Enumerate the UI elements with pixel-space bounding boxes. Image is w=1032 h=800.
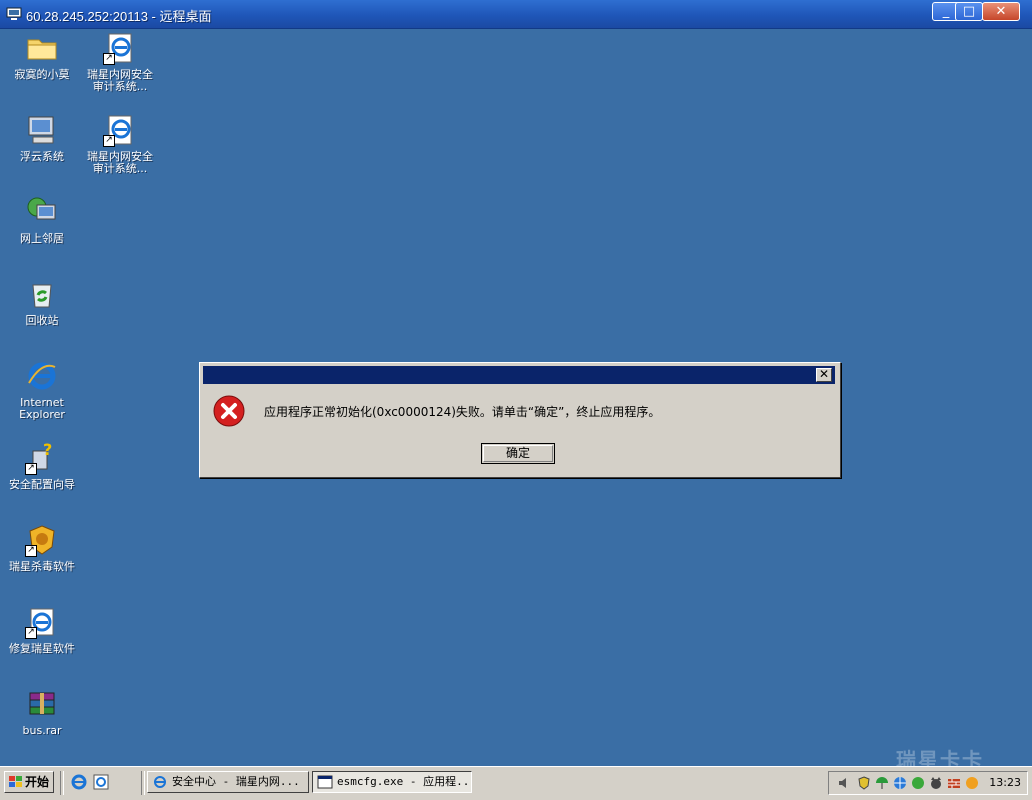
tray-shield-icon[interactable] [857,776,871,790]
icon-label: 回收站 [25,314,59,327]
desktop-icon-rising-antivirus[interactable]: ↗ 瑞星杀毒软件 [3,523,81,573]
windows-flag-icon [9,776,22,787]
tray-firewall-icon[interactable] [947,776,961,790]
ie-shortcut-icon: ↗ [103,31,137,65]
shortcut-arrow-icon: ↗ [25,545,37,557]
tray-network-icon[interactable] [893,776,907,790]
tray-volume-icon[interactable] [837,776,851,790]
window-icon [317,775,333,789]
icon-label: 浮云系统 [20,150,64,163]
recycle-bin-icon [25,277,59,311]
winrar-archive-icon [25,687,59,721]
security-wizard-icon: ? ↗ [25,440,59,475]
close-button[interactable]: ✕ [982,2,1020,21]
task-button-security-center[interactable]: 安全中心 - 瑞星内网... [147,771,309,793]
icon-label: 瑞星内网安全 审计系统... [87,150,153,175]
desktop-icon-folder[interactable]: 寂寞的小莫 [3,31,81,81]
repair-rising-icon: ↗ [25,605,59,639]
icon-label: 瑞星内网安全 审计系统... [87,68,153,93]
icon-label: 网上邻居 [20,232,64,245]
tray-update-icon[interactable] [965,776,979,790]
ie-icon [154,776,166,788]
taskbar-separator [141,771,145,795]
desktop-icon-internet-explorer[interactable]: Internet Explorer [3,359,81,421]
ok-button-label: 确定 [505,446,530,460]
network-places-icon [25,195,59,229]
taskbar: 开始 安全中心 - 瑞星内网... esmcfg.exe - 应用程... 13… [0,766,1032,800]
task-label: esmcfg.exe - 应用程... [337,775,472,788]
maximize-button[interactable]: □ [955,2,983,21]
task-button-esmcfg[interactable]: esmcfg.exe - 应用程... [312,771,472,793]
folder-icon [25,31,59,65]
my-computer-icon [25,113,59,147]
icon-label: 安全配置向导 [9,478,75,491]
error-dialog: ✕ 应用程序正常初始化(0xc0000124)失败。请单击“确定”，终止应用程序… [199,362,841,478]
tray-umbrella-icon[interactable] [875,776,889,790]
desktop-icon-recycle-bin[interactable]: 回收站 [3,277,81,327]
ie-shortcut-icon: ↗ [103,113,137,147]
taskbar-separator [60,771,64,795]
tray-cat-icon[interactable] [929,776,943,790]
icon-label: 瑞星杀毒软件 [9,560,75,573]
icon-label: Internet Explorer [19,396,65,421]
remote-desktop-icon [6,7,22,20]
shortcut-arrow-icon: ↗ [25,627,37,639]
window-title: 60.28.245.252:20113 - 远程桌面 [26,9,212,24]
quicklaunch-desktop-icon[interactable] [92,773,110,791]
desktop-icon-repair-rising[interactable]: ↗ 修复瑞星软件 [3,605,81,655]
clock: 13:23 [989,776,1021,789]
icon-label: 寂寞的小莫 [14,68,70,81]
start-button[interactable]: 开始 [4,771,54,793]
desktop-icon-audit-system-1[interactable]: ↗ 瑞星内网安全 审计系统... [81,31,159,93]
internet-explorer-icon [25,359,59,393]
tray-antivirus-icon[interactable] [911,776,925,790]
icon-label: 修复瑞星软件 [9,642,75,655]
desktop-icon-network-places[interactable]: 网上邻居 [3,195,81,245]
quicklaunch-ie-icon[interactable] [70,773,88,791]
dialog-titlebar: ✕ [203,366,835,384]
desktop-icon-my-computer[interactable]: 浮云系统 [3,113,81,163]
desktop-icon-bus-rar[interactable]: bus.rar [3,687,81,737]
icon-label: bus.rar [22,724,62,737]
ok-button[interactable]: 确定 [481,443,555,464]
error-icon [213,395,245,427]
shortcut-arrow-icon: ↗ [103,53,115,65]
start-label: 开始 [25,775,50,789]
dialog-message: 应用程序正常初始化(0xc0000124)失败。请单击“确定”，终止应用程序。 [264,405,661,419]
shortcut-arrow-icon: ↗ [25,463,37,475]
task-label: 安全中心 - 瑞星内网... [172,775,300,788]
desktop-icon-audit-system-2[interactable]: ↗ 瑞星内网安全 审计系统... [81,113,159,175]
system-tray: 13:23 [828,771,1028,795]
desktop-icon-security-wizard[interactable]: ? ↗ 安全配置向导 [3,440,81,491]
svg-text:?: ? [43,441,52,459]
dialog-close-button[interactable]: ✕ [816,368,832,382]
remote-desktop-titlebar: 60.28.245.252:20113 - 远程桌面 _ □ ✕ [0,0,1032,29]
shortcut-arrow-icon: ↗ [103,135,115,147]
rising-antivirus-icon: ↗ [25,523,59,557]
